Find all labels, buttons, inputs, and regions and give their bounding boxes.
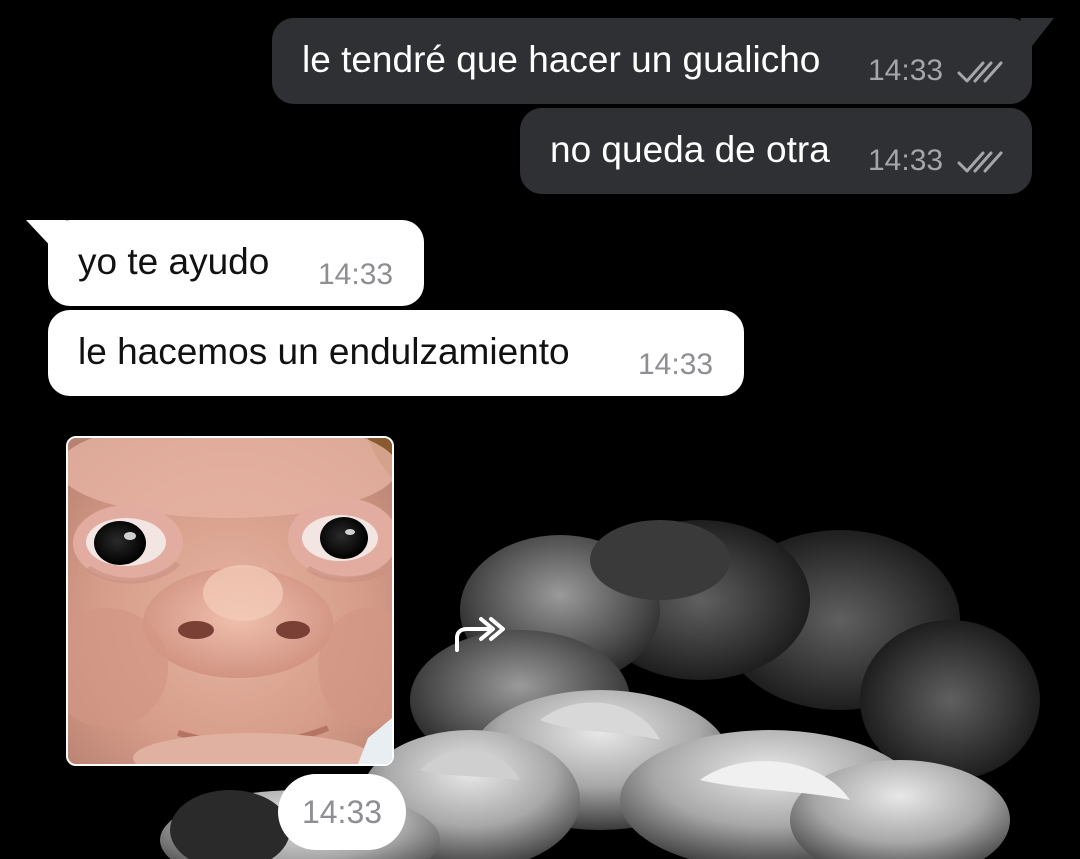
chat-view: le tendré que hacer un gualicho 14:33 no…	[0, 0, 1080, 859]
incoming-message-bubble[interactable]: le hacemos un endulzamiento 14:33	[48, 310, 744, 396]
message-text: no queda de otra	[550, 129, 830, 170]
double-check-icon	[957, 61, 1003, 83]
message-meta: 14:33	[868, 54, 1003, 88]
outgoing-message-bubble[interactable]: no queda de otra 14:33	[520, 108, 1032, 194]
message-meta: 14:33	[868, 144, 1003, 178]
forward-button[interactable]	[440, 596, 520, 672]
double-check-icon	[957, 151, 1003, 173]
forward-arrow-icon	[455, 617, 505, 652]
photo-time-badge: 14:33	[278, 774, 406, 850]
message-text: yo te ayudo	[78, 241, 270, 282]
message-text: le hacemos un endulzamiento	[78, 331, 570, 372]
baby-face-photo	[68, 438, 392, 764]
bubble-tail	[1020, 18, 1054, 46]
incoming-message-bubble[interactable]: yo te ayudo 14:33	[48, 220, 424, 306]
message-time: 14:33	[318, 258, 394, 291]
photo-message[interactable]	[66, 436, 394, 766]
message-time: 14:33	[868, 54, 944, 87]
message-time: 14:33	[638, 348, 714, 381]
message-time: 14:33	[868, 144, 944, 177]
outgoing-message-bubble[interactable]: le tendré que hacer un gualicho 14:33	[272, 18, 1032, 104]
message-text: le tendré que hacer un gualicho	[302, 39, 821, 80]
